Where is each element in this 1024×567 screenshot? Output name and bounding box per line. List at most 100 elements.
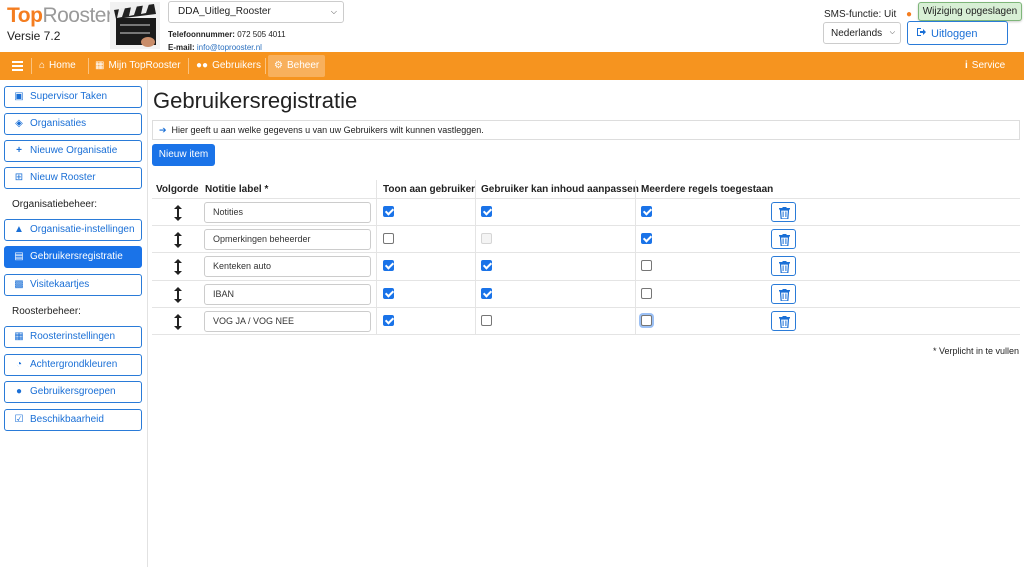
table-row: IBAN (152, 279, 1020, 307)
delete-button[interactable] (771, 256, 796, 277)
toon-aan-gebruiker-checkbox[interactable] (383, 314, 394, 326)
trash-icon (779, 207, 790, 219)
logout-button[interactable]: Uitloggen (907, 21, 1008, 45)
drag-handle-icon[interactable] (174, 259, 182, 276)
meerdere-regels-checkbox[interactable] (641, 314, 652, 326)
schedule-select-value: DDA_Uitleg_Rooster (178, 6, 271, 17)
sidebar-item-supervisor-taken[interactable]: ▣ Supervisor Taken (4, 86, 142, 108)
sidebar-item-gebruikersregistratie[interactable]: ▤ Gebruikersregistratie (4, 246, 142, 268)
sidebar-item-label: Beschikbaarheid (30, 414, 104, 425)
nav-service[interactable]: i Service (965, 52, 1005, 80)
list-card-icon: ▤ (14, 251, 24, 262)
pie-chart-icon: ◔ (15, 359, 23, 370)
toprooster-logo[interactable]: TopRooster Versie 7.2 (7, 5, 113, 43)
gebruiker-kan-aanpassen-checkbox[interactable] (481, 287, 492, 299)
trash-icon (779, 288, 790, 301)
sidebar-item-organisatie-instellingen[interactable]: ▲ Organisatie-instellingen (4, 219, 142, 241)
hamburger-menu-icon[interactable] (12, 61, 23, 71)
meerdere-regels-checkbox[interactable] (641, 233, 652, 245)
drag-handle-icon[interactable] (174, 232, 182, 249)
nav-gebruikers[interactable]: ●● Gebruikers (196, 52, 261, 80)
trash-icon (779, 234, 790, 247)
meerdere-regels-checkbox[interactable] (641, 287, 652, 299)
meerdere-regels-checkbox[interactable] (641, 206, 652, 217)
delete-button[interactable] (771, 310, 796, 331)
sms-status: SMS-functie: Uit (824, 9, 897, 20)
gebruiker-kan-aanpassen-checkbox[interactable] (481, 206, 492, 217)
col-header-aanpassen: Gebruiker kan inhoud aanpassen (481, 184, 639, 195)
sidebar-item-label: Supervisor Taken (30, 91, 108, 102)
new-item-button[interactable]: Nieuw item (152, 144, 215, 166)
note-label-input[interactable]: IBAN (204, 283, 371, 305)
toon-aan-gebruiker-checkbox[interactable] (383, 260, 394, 272)
gebruiker-kan-aanpassen-checkbox[interactable] (481, 260, 492, 272)
table-row: VOG JA / VOG NEE (152, 306, 1020, 334)
calendar-icon: ▦ (14, 331, 24, 342)
sidebar-item-nieuw-rooster[interactable]: ⊞ Nieuw Rooster (4, 167, 142, 189)
id-card-icon: ▩ (14, 279, 24, 290)
info-icon: i (965, 60, 968, 71)
sidebar-item-roosterinstellingen[interactable]: ▦ Roosterinstellingen (4, 326, 142, 348)
note-label-input[interactable]: Opmerkingen beheerder (204, 229, 371, 251)
note-label-input[interactable]: Kenteken auto (204, 256, 371, 278)
nav-home[interactable]: ⌂ Home (39, 52, 76, 80)
drag-handle-icon[interactable] (174, 313, 182, 330)
sidebar-item-label: Visitekaartjes (30, 279, 90, 290)
arrow-right-icon: ➔ (159, 125, 167, 135)
gebruiker-kan-aanpassen-checkbox (481, 233, 492, 245)
nav-mijn-label: Mijn TopRooster (108, 60, 181, 71)
sidebar-item-label: Gebruikersregistratie (30, 251, 123, 262)
sidebar-item-label: Organisaties (30, 118, 87, 129)
sidebar-item-visitekaartjes[interactable]: ▩ Visitekaartjes (4, 274, 142, 296)
language-select[interactable]: Nederlands ⌵ (823, 22, 901, 44)
delete-button[interactable] (771, 283, 796, 304)
chevron-down-icon: ⌵ (330, 7, 337, 16)
note-label-input[interactable]: Notities (204, 202, 371, 223)
sidebar-item-nieuwe-organisatie[interactable]: + Nieuwe Organisatie (4, 140, 142, 162)
email-link[interactable]: info@toprooster.nl (197, 43, 262, 52)
delete-button[interactable] (771, 202, 796, 222)
sidebar-item-organisaties[interactable]: ◈ Organisaties (4, 113, 142, 135)
calendar-icon: ▦ (95, 60, 105, 71)
clapperboard-image (110, 2, 160, 49)
col-header-notitie-label: Notitie label * (205, 184, 269, 195)
home-icon: ⌂ (39, 60, 46, 71)
table-row: Kenteken auto (152, 252, 1020, 279)
col-header-toon: Toon aan gebruiker (383, 184, 476, 195)
sidebar-item-label: Nieuwe Organisatie (30, 145, 118, 156)
phone-label: Telefoonnummer: (168, 30, 235, 39)
sidebar-item-achtergrondkleuren[interactable]: ◔ Achtergrondkleuren (4, 354, 142, 376)
nav-divider (265, 58, 266, 74)
toon-aan-gebruiker-checkbox[interactable] (383, 206, 394, 217)
delete-button[interactable] (771, 229, 796, 250)
nav-divider (188, 58, 189, 74)
toon-aan-gebruiker-checkbox[interactable] (383, 233, 394, 245)
sidebar-item-gebruikersgroepen[interactable]: ● Gebruikersgroepen (4, 381, 142, 403)
app-header: TopRooster Versie 7.2 DDA_Uitleg_Rooster… (0, 0, 1024, 52)
nav-mijn-toprooster[interactable]: ▦ Mijn TopRooster (95, 52, 181, 80)
nav-beheer[interactable]: ⚙ Beheer (268, 55, 326, 77)
calendar-plus-icon: ⊞ (14, 172, 24, 183)
info-text: Hier geeft u aan welke gegevens u van uw… (171, 125, 484, 135)
nav-divider (31, 58, 32, 74)
sidebar-item-label: Organisatie-instellingen (30, 224, 135, 235)
note-label-input[interactable]: VOG JA / VOG NEE (204, 310, 371, 332)
col-header-meerdere: Meerdere regels toegestaan (641, 184, 774, 195)
language-select-value: Nederlands (831, 28, 883, 39)
phone-value: 072 505 4011 (237, 30, 286, 39)
gebruiker-kan-aanpassen-checkbox[interactable] (481, 314, 492, 326)
nav-gebruikers-label: Gebruikers (212, 60, 261, 71)
toon-aan-gebruiker-checkbox[interactable] (383, 287, 394, 299)
meerdere-regels-checkbox[interactable] (641, 260, 652, 272)
required-footnote: * Verplicht in te vullen (932, 346, 1019, 356)
schedule-select[interactable]: DDA_Uitleg_Rooster ⌵ (168, 1, 344, 23)
email-label: E-mail: (168, 43, 195, 52)
user-icon: ● (906, 9, 913, 20)
sidebar-item-beschikbaarheid[interactable]: ☑ Beschikbaarheid (4, 409, 142, 431)
section-label-organisatiebeheer: Organisatiebeheer: (12, 199, 98, 210)
drag-handle-icon[interactable] (174, 205, 182, 221)
trash-icon (779, 261, 790, 274)
drag-handle-icon[interactable] (174, 286, 182, 303)
nav-beheer-label: Beheer (286, 60, 320, 71)
briefcase-icon: ▣ (14, 91, 24, 102)
